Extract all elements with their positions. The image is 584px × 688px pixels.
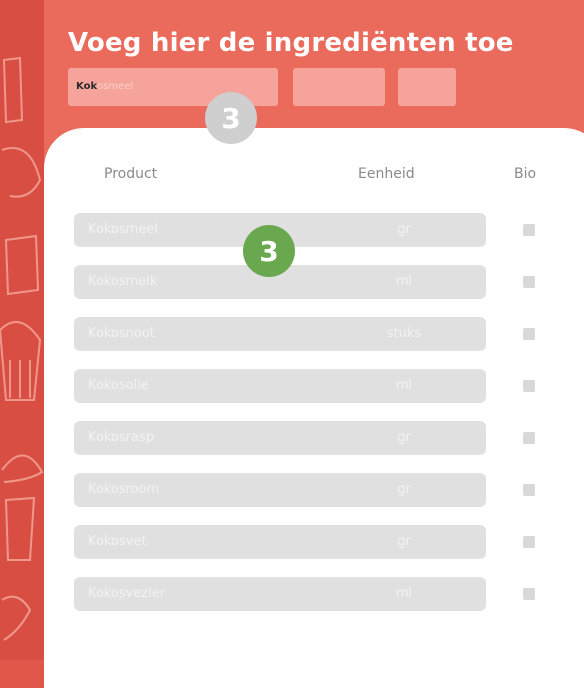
column-header-unit: Eenheid bbox=[358, 166, 415, 182]
baking-illustration-icon bbox=[0, 56, 44, 641]
ingredient-name: Kokosvezler bbox=[88, 586, 166, 601]
bio-checkbox[interactable] bbox=[523, 276, 535, 288]
bio-checkbox[interactable] bbox=[523, 536, 535, 548]
step-badge-list: 3 bbox=[243, 225, 295, 277]
step-badge-search: 3 bbox=[205, 92, 257, 144]
ingredient-row[interactable]: Kokosolie ml bbox=[74, 369, 486, 403]
ingredient-name: Kokosrasp bbox=[88, 430, 154, 445]
bio-input[interactable] bbox=[398, 68, 456, 106]
ingredient-unit: stuks bbox=[386, 326, 422, 341]
search-autocomplete-suggestion: osmeel bbox=[97, 81, 134, 92]
column-header-product: Product bbox=[104, 166, 158, 182]
ingredient-name: Kokosroom bbox=[88, 482, 160, 497]
ingredient-row[interactable]: Kokosroom gr bbox=[74, 473, 486, 507]
bio-checkbox[interactable] bbox=[523, 380, 535, 392]
ingredient-row[interactable]: Kokosrasp gr bbox=[74, 421, 486, 455]
ingredient-unit: gr bbox=[397, 222, 411, 237]
ingredient-name: Kokosmeel bbox=[88, 222, 158, 237]
ingredient-name: Kokosmelk bbox=[88, 274, 158, 289]
page-title: Voeg hier de ingrediënten toe bbox=[68, 28, 514, 58]
ingredient-name: Kokosvet bbox=[88, 534, 147, 549]
ingredient-unit: ml bbox=[395, 274, 413, 289]
ingredient-row[interactable]: Kokosvezler ml bbox=[74, 577, 486, 611]
bio-checkbox[interactable] bbox=[523, 588, 535, 600]
ingredient-unit: ml bbox=[395, 586, 413, 601]
bio-checkbox[interactable] bbox=[523, 328, 535, 340]
bio-checkbox[interactable] bbox=[523, 484, 535, 496]
ingredient-unit: gr bbox=[397, 534, 411, 549]
search-typed-text: Kokosmeel bbox=[76, 81, 134, 92]
column-header-bio: Bio bbox=[514, 166, 537, 182]
unit-input[interactable] bbox=[293, 68, 385, 106]
ingredient-name: Kokosnoot bbox=[88, 326, 155, 341]
ingredient-unit: ml bbox=[395, 378, 413, 393]
ingredient-unit: gr bbox=[397, 482, 411, 497]
ingredient-name: Kokosolie bbox=[88, 378, 149, 393]
ingredient-unit: gr bbox=[397, 430, 411, 445]
decorative-strip bbox=[0, 0, 44, 660]
bio-checkbox[interactable] bbox=[523, 224, 535, 236]
ingredient-row[interactable]: Kokosnoot stuks bbox=[74, 317, 486, 351]
ingredient-row[interactable]: Kokosvet gr bbox=[74, 525, 486, 559]
bio-checkbox[interactable] bbox=[523, 432, 535, 444]
